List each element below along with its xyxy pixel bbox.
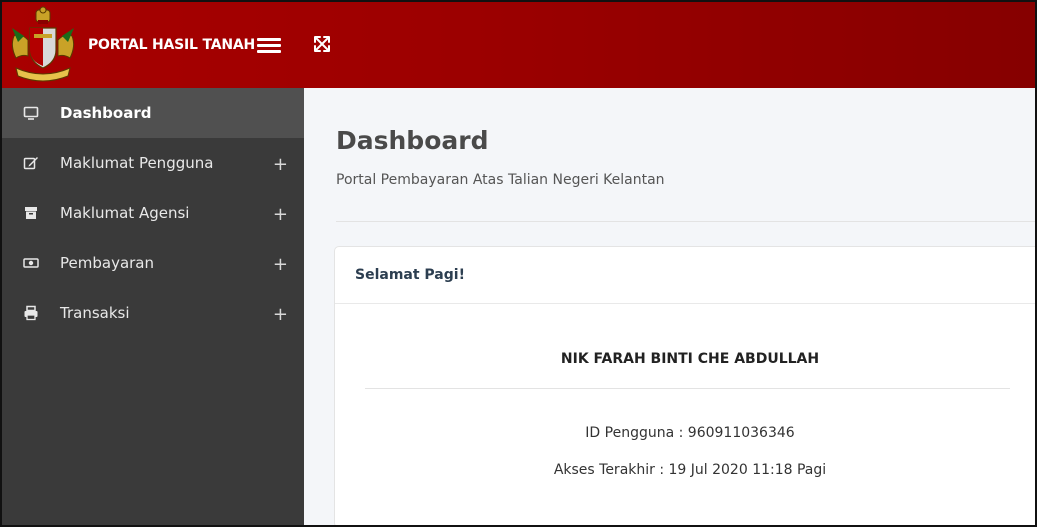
sidebar-item-label: Maklumat Pengguna bbox=[60, 154, 214, 172]
money-icon bbox=[22, 254, 40, 272]
expand-plus-icon[interactable]: + bbox=[273, 306, 288, 324]
sidebar: Dashboard Maklumat Pengguna + Maklumat A… bbox=[2, 88, 304, 525]
last-access: Akses Terakhir : 19 Jul 2020 11:18 Pagi bbox=[553, 462, 827, 478]
brand-title: PORTAL HASIL TANAH bbox=[88, 37, 256, 53]
edit-icon bbox=[22, 154, 40, 172]
user-name: NIK FARAH BINTI CHE ABDULLAH bbox=[560, 351, 820, 367]
sidebar-item-label: Maklumat Agensi bbox=[60, 204, 190, 222]
page-title: Dashboard bbox=[336, 126, 489, 155]
sidebar-item-maklumat-pengguna[interactable]: Maklumat Pengguna + bbox=[2, 138, 304, 188]
divider bbox=[365, 388, 1010, 389]
expand-plus-icon[interactable]: + bbox=[273, 206, 288, 224]
sidebar-item-transaksi[interactable]: Transaksi + bbox=[2, 288, 304, 338]
fullscreen-icon[interactable] bbox=[312, 34, 332, 54]
sidebar-item-maklumat-agensi[interactable]: Maklumat Agensi + bbox=[2, 188, 304, 238]
sidebar-item-pembayaran[interactable]: Pembayaran + bbox=[2, 238, 304, 288]
menu-toggle-icon[interactable] bbox=[257, 38, 281, 54]
welcome-card: Selamat Pagi! NIK FARAH BINTI CHE ABDULL… bbox=[334, 246, 1035, 525]
archive-icon bbox=[22, 204, 40, 222]
monitor-icon bbox=[22, 104, 40, 122]
print-icon bbox=[22, 304, 40, 322]
main-content: Dashboard Portal Pembayaran Atas Talian … bbox=[304, 88, 1035, 525]
top-navbar: PORTAL HASIL TANAH bbox=[2, 2, 1035, 88]
card-header: Selamat Pagi! bbox=[335, 247, 1035, 304]
expand-plus-icon[interactable]: + bbox=[273, 156, 288, 174]
page-subtitle: Portal Pembayaran Atas Talian Negeri Kel… bbox=[336, 172, 665, 188]
sidebar-item-label: Transaksi bbox=[60, 304, 130, 322]
user-id: ID Pengguna : 960911036346 bbox=[585, 425, 795, 441]
expand-plus-icon[interactable]: + bbox=[273, 256, 288, 274]
sidebar-item-dashboard[interactable]: Dashboard bbox=[2, 88, 304, 138]
divider bbox=[336, 221, 1035, 222]
sidebar-item-label: Dashboard bbox=[60, 104, 152, 122]
state-crest-logo bbox=[8, 6, 78, 84]
app-window: PORTAL HASIL TANAH Dashboard Maklumat Pe… bbox=[0, 0, 1037, 527]
sidebar-item-label: Pembayaran bbox=[60, 254, 154, 272]
